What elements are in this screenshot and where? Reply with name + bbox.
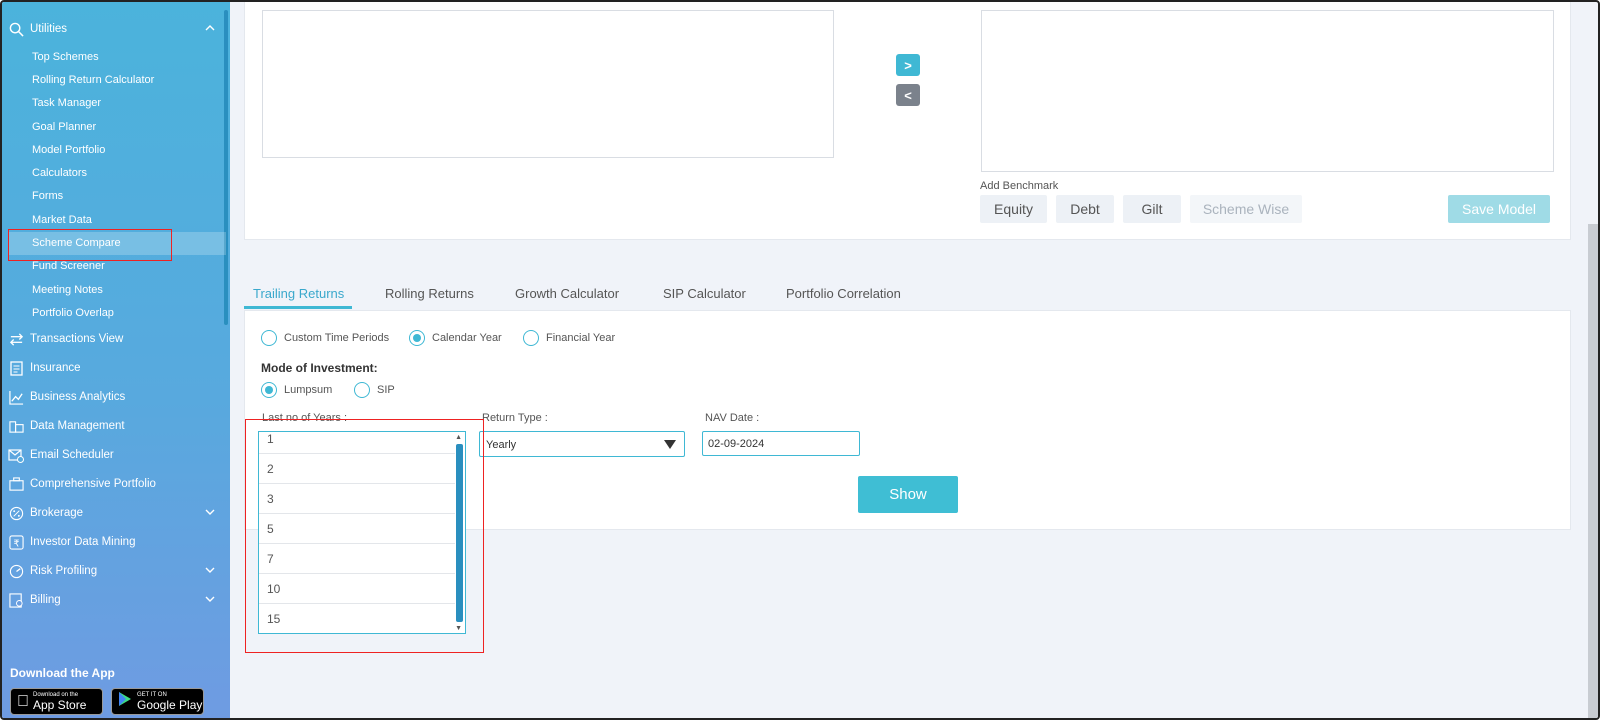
nav-date-label: NAV Date : xyxy=(705,412,760,424)
sidebar-item-label: Business Analytics xyxy=(30,391,126,403)
sidebar-item-comprehensive-portfolio[interactable]: Comprehensive Portfolio xyxy=(8,473,222,495)
download-app-title: Download the App xyxy=(10,666,115,680)
save-model-button[interactable]: Save Model xyxy=(1448,195,1550,223)
play-store-icon xyxy=(118,691,132,712)
google-play-badge[interactable]: GET IT ON Google Play xyxy=(111,688,204,715)
radio-circle xyxy=(261,330,277,346)
app-window: Utilities Top Schemes Rolling Return Cal… xyxy=(0,0,1600,720)
sidebar-item-risk-profiling[interactable]: Risk Profiling xyxy=(8,560,222,582)
sidebar-item-transactions-view[interactable]: Transactions View xyxy=(8,328,222,350)
sidebar-item-email-scheduler[interactable]: Email Scheduler xyxy=(8,444,222,466)
page-scrollbar[interactable] xyxy=(1588,224,1598,718)
sidebar-item-utilities[interactable]: Utilities xyxy=(8,18,222,40)
swap-arrows-icon xyxy=(8,331,24,347)
radio-calendar-year[interactable]: Calendar Year xyxy=(409,330,502,346)
sidebar-scrollbar[interactable] xyxy=(224,10,228,325)
sidebar-item-data-management[interactable]: Data Management xyxy=(8,415,222,437)
app-store-badge[interactable]:  Download on the App Store xyxy=(10,688,103,715)
remove-scheme-button[interactable]: < xyxy=(896,84,920,106)
radio-circle xyxy=(523,330,539,346)
sidebar-item-label: Insurance xyxy=(30,362,81,374)
benchmark-gilt-button[interactable]: Gilt xyxy=(1123,195,1181,223)
radio-circle-selected xyxy=(261,382,277,398)
gauge-icon xyxy=(8,563,24,579)
briefcase-icon xyxy=(8,476,24,492)
radio-circle-selected xyxy=(409,330,425,346)
sidebar-item-meeting-notes[interactable]: Meeting Notes xyxy=(32,281,103,299)
radio-custom-time-periods[interactable]: Custom Time Periods xyxy=(261,330,389,346)
sidebar-item-model-portfolio[interactable]: Model Portfolio xyxy=(32,141,105,159)
sidebar: Utilities Top Schemes Rolling Return Cal… xyxy=(2,2,230,718)
rupee-icon: ₹ xyxy=(8,534,24,550)
dropdown-arrow-icon xyxy=(664,440,676,449)
chevron-down-icon[interactable] xyxy=(204,564,218,578)
sidebar-item-calculators[interactable]: Calculators xyxy=(32,164,87,182)
receipt-icon xyxy=(8,592,24,608)
sidebar-item-investor-data-mining[interactable]: ₹ Investor Data Mining xyxy=(8,531,222,553)
mail-clock-icon xyxy=(8,447,24,463)
years-listbox-highlight-box xyxy=(245,419,484,653)
chevron-down-icon[interactable] xyxy=(204,593,218,607)
sidebar-item-label: Email Scheduler xyxy=(30,449,114,461)
sidebar-item-market-data[interactable]: Market Data xyxy=(32,211,92,229)
database-icon xyxy=(8,418,24,434)
chevron-up-icon[interactable] xyxy=(204,22,218,36)
svg-text:₹: ₹ xyxy=(13,538,19,549)
active-tab-indicator xyxy=(244,306,352,309)
benchmark-debt-button[interactable]: Debt xyxy=(1056,195,1114,223)
sidebar-item-label: Investor Data Mining xyxy=(30,536,136,548)
percent-icon xyxy=(8,505,24,521)
magnifier-chart-icon xyxy=(8,21,24,37)
sidebar-item-billing[interactable]: Billing xyxy=(8,589,222,611)
add-scheme-button[interactable]: > xyxy=(896,54,920,76)
radio-financial-year[interactable]: Financial Year xyxy=(523,330,615,346)
sidebar-item-business-analytics[interactable]: Business Analytics xyxy=(8,386,222,408)
available-schemes-list[interactable] xyxy=(262,10,834,158)
chevron-down-icon[interactable] xyxy=(204,506,218,520)
sidebar-item-label: Billing xyxy=(30,594,61,606)
add-benchmark-label: Add Benchmark xyxy=(980,180,1059,192)
sidebar-item-brokerage[interactable]: Brokerage xyxy=(8,502,222,524)
sidebar-item-portfolio-overlap[interactable]: Portfolio Overlap xyxy=(32,304,114,322)
show-button[interactable]: Show xyxy=(858,476,958,513)
return-type-label: Return Type : xyxy=(482,412,548,424)
sidebar-item-rolling-return-calculator[interactable]: Rolling Return Calculator xyxy=(32,71,154,89)
selected-schemes-list[interactable] xyxy=(981,10,1554,172)
sidebar-item-label: Brokerage xyxy=(30,507,84,519)
benchmark-scheme-wise-button[interactable]: Scheme Wise xyxy=(1190,195,1302,223)
sidebar-item-label: Transactions View xyxy=(30,333,124,345)
sidebar-item-label: Utilities xyxy=(30,23,68,35)
return-type-select[interactable]: Yearly xyxy=(479,431,685,457)
radio-lumpsum[interactable]: Lumpsum xyxy=(261,382,332,398)
sidebar-item-forms[interactable]: Forms xyxy=(32,187,63,205)
sidebar-item-insurance[interactable]: Insurance xyxy=(8,357,222,379)
radio-sip[interactable]: SIP xyxy=(354,382,395,398)
sidebar-item-label: Data Management xyxy=(30,420,125,432)
sidebar-item-label: Comprehensive Portfolio xyxy=(30,478,156,490)
document-icon xyxy=(8,360,24,376)
benchmark-equity-button[interactable]: Equity xyxy=(980,195,1047,223)
sidebar-item-top-schemes[interactable]: Top Schemes xyxy=(32,48,99,66)
nav-date-input[interactable]: 02-09-2024 xyxy=(702,431,860,456)
mode-of-investment-label: Mode of Investment: xyxy=(261,361,378,375)
trend-chart-icon xyxy=(8,389,24,405)
scheme-compare-highlight-box xyxy=(8,229,172,261)
sidebar-item-label: Risk Profiling xyxy=(30,565,98,577)
sidebar-item-goal-planner[interactable]: Goal Planner xyxy=(32,118,96,136)
radio-circle xyxy=(354,382,370,398)
apple-icon:  xyxy=(17,693,29,711)
sidebar-item-task-manager[interactable]: Task Manager xyxy=(32,94,101,112)
